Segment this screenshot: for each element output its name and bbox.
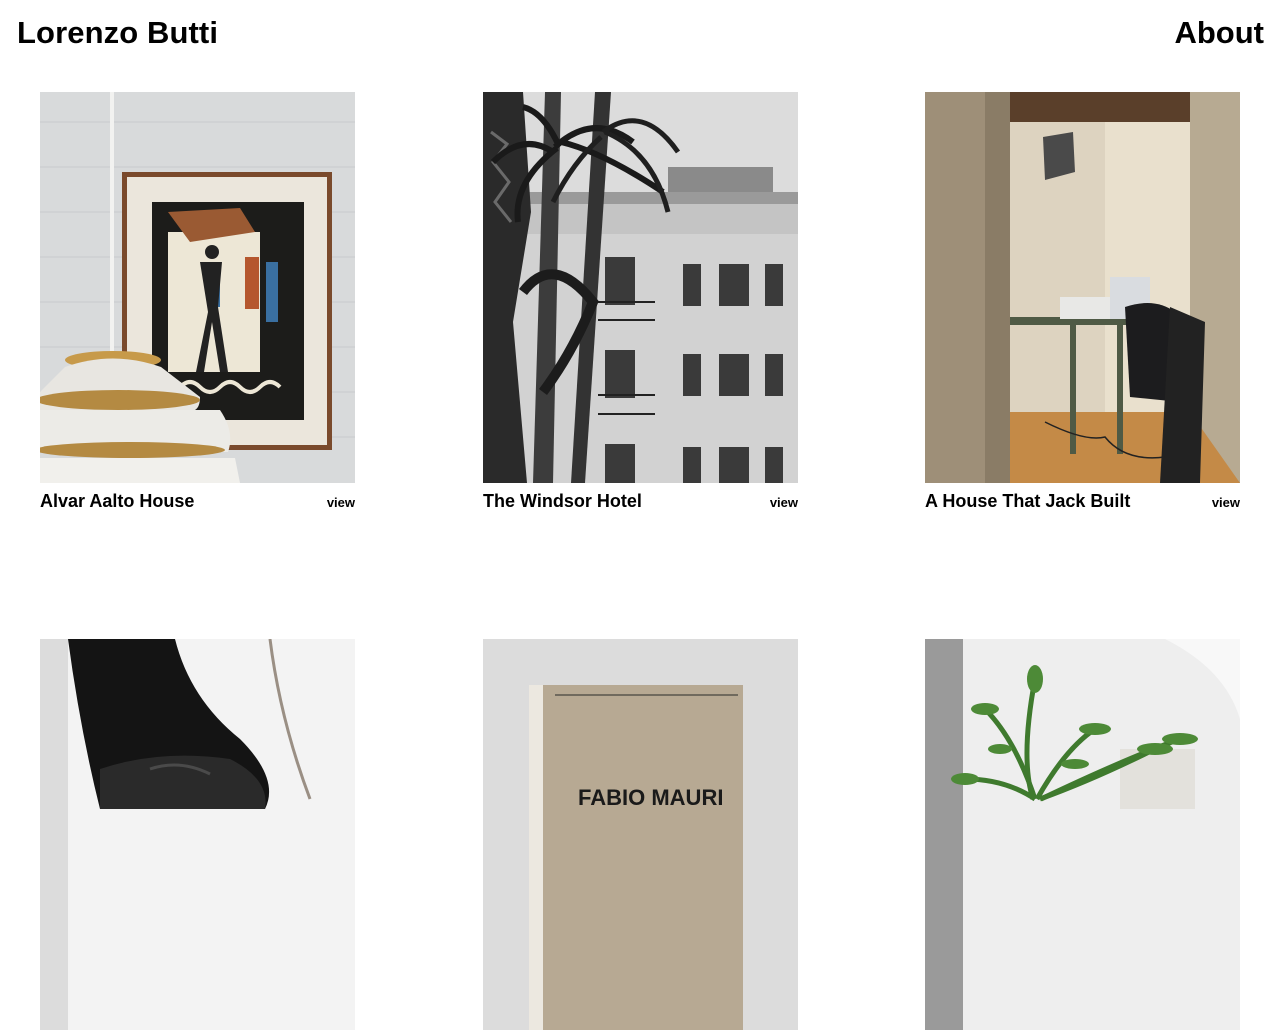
lamp-and-poster-photo [40, 92, 355, 483]
book-cover-photo: FABIO MAURI [483, 639, 798, 1030]
project-thumbnail[interactable]: FABIO MAURI [483, 639, 798, 1030]
project-card-6 [925, 639, 1240, 1030]
hotel-facade-photo [483, 92, 798, 483]
project-title[interactable]: Alvar Aalto House [40, 491, 194, 511]
project-thumbnail[interactable] [40, 92, 355, 483]
project-title[interactable]: The Windsor Hotel [483, 491, 642, 511]
project-thumbnail[interactable] [925, 639, 1240, 1030]
project-caption: The Windsor Hotel view [483, 491, 798, 513]
project-thumbnail[interactable] [483, 92, 798, 483]
project-thumbnail[interactable] [925, 92, 1240, 483]
interior-plant-photo [925, 639, 1240, 1030]
project-card-a-house-that-jack-built: A House That Jack Built view [925, 92, 1240, 513]
project-card-alvar-aalto-house: Alvar Aalto House view [40, 92, 355, 513]
project-card-the-windsor-hotel: The Windsor Hotel view [483, 92, 798, 513]
black-chair-photo [40, 639, 355, 1030]
project-title[interactable]: A House That Jack Built [925, 491, 1130, 511]
book-title-text: FABIO MAURI [578, 785, 723, 810]
view-link[interactable]: view [327, 495, 355, 510]
view-link[interactable]: view [1212, 495, 1240, 510]
site-title[interactable]: Lorenzo Butti [17, 14, 218, 52]
about-link[interactable]: About [1174, 14, 1264, 52]
interior-desk-photo [925, 92, 1240, 483]
view-link[interactable]: view [770, 495, 798, 510]
project-card-4 [40, 639, 355, 1030]
project-caption: A House That Jack Built view [925, 491, 1240, 513]
project-thumbnail[interactable] [40, 639, 355, 1030]
project-caption: Alvar Aalto House view [40, 491, 355, 513]
project-card-5: FABIO MAURI [483, 639, 798, 1030]
